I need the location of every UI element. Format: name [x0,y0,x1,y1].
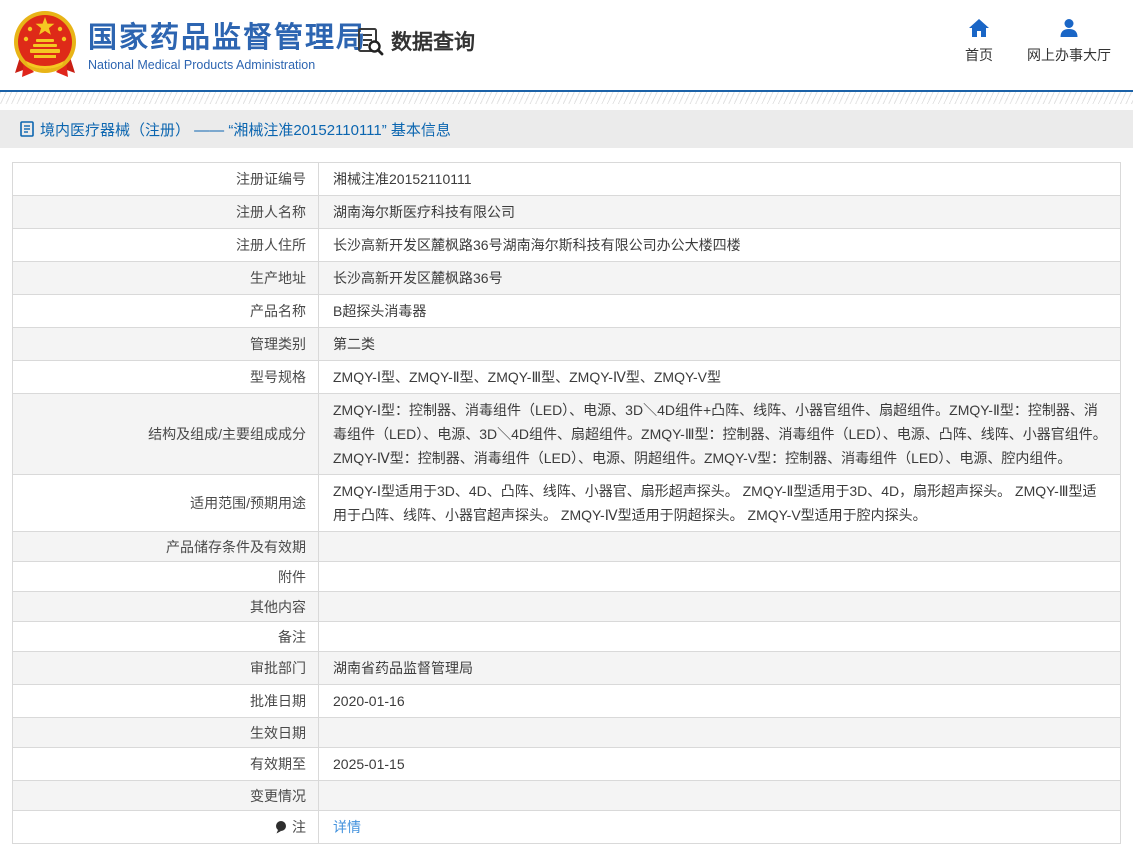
row-value [318,532,1120,561]
row-label: 型号规格 [13,361,318,393]
row-label: 审批部门 [13,652,318,684]
row-label: 其他内容 [13,592,318,621]
row-label: 产品储存条件及有效期 [13,532,318,561]
row-label: 备注 [13,622,318,651]
table-row-registrant-name: 注册人名称 湖南海尔斯医疗科技有限公司 [13,195,1120,228]
row-value: 详情 [318,811,1120,843]
row-value [318,781,1120,810]
data-query-icon [355,26,385,56]
row-value [318,592,1120,621]
row-value: 长沙高新开发区麓枫路36号湖南海尔斯科技有限公司办公大楼四楼 [318,229,1120,261]
row-value: 2020-01-16 [318,685,1120,717]
row-label: 产品名称 [13,295,318,327]
row-value: ZMQY-Ⅰ型适用于3D、4D、凸阵、线阵、小器官、扇形超声探头。 ZMQY-Ⅱ… [318,475,1120,531]
row-value [318,562,1120,591]
top-nav: 首页 网上办事大厅 [965,18,1111,65]
row-value: 长沙高新开发区麓枫路36号 [318,262,1120,294]
row-label: 生效日期 [13,718,318,747]
row-label: 管理类别 [13,328,318,360]
note-bulb-icon [275,820,287,834]
table-row-intended-use: 适用范围/预期用途 ZMQY-Ⅰ型适用于3D、4D、凸阵、线阵、小器官、扇形超声… [13,474,1120,531]
row-label: 注册人住所 [13,229,318,261]
data-query-label: 数据查询 [391,26,475,56]
org-name-cn: 国家药品监督管理局 [88,21,367,55]
row-label: 适用范围/预期用途 [13,475,318,531]
person-icon [1058,18,1080,38]
row-value: ZMQY-Ⅰ型：控制器、消毒组件（LED）、电源、3D＼4D组件+凸阵、线阵、小… [318,394,1120,474]
table-row-structure-composition: 结构及组成/主要组成成分 ZMQY-Ⅰ型：控制器、消毒组件（LED）、电源、3D… [13,393,1120,474]
row-value: 第二类 [318,328,1120,360]
table-row-other-content: 其他内容 [13,591,1120,621]
nav-home[interactable]: 首页 [965,18,993,65]
row-label: 有效期至 [13,748,318,780]
org-name-en: National Medical Products Administration [88,58,367,72]
table-row-approval-date: 批准日期 2020-01-16 [13,684,1120,717]
table-row-management-class: 管理类别 第二类 [13,327,1120,360]
national-emblem-icon [12,9,78,83]
row-value: 湖南省药品监督管理局 [318,652,1120,684]
hatch-band [0,92,1133,104]
site-logo[interactable]: 国家药品监督管理局 National Medical Products Admi… [12,9,367,83]
row-value: B超探头消毒器 [318,295,1120,327]
row-value: 2025-01-15 [318,748,1120,780]
row-label: 附件 [13,562,318,591]
breadcrumb: 境内医疗器械（注册） —— “湘械注准20152110111” 基本信息 [0,110,1133,148]
nav-home-label: 首页 [965,45,993,65]
table-row-model-spec: 型号规格 ZMQY-Ⅰ型、ZMQY-Ⅱ型、ZMQY-Ⅲ型、ZMQY-Ⅳ型、ZMQ… [13,360,1120,393]
table-row-production-address: 生产地址 长沙高新开发区麓枫路36号 [13,261,1120,294]
row-value [318,718,1120,747]
row-value: 湘械注准20152110111 [318,163,1120,195]
table-row-change-status: 变更情况 [13,780,1120,810]
data-query-title: 数据查询 [355,26,475,56]
nav-hall-label: 网上办事大厅 [1027,45,1111,65]
table-row-effective-date: 生效日期 [13,717,1120,747]
row-label: 注册人名称 [13,196,318,228]
table-row-registrant-address: 注册人住所 长沙高新开发区麓枫路36号湖南海尔斯科技有限公司办公大楼四楼 [13,228,1120,261]
registration-info-table: 注册证编号 湘械注准20152110111 注册人名称 湖南海尔斯医疗科技有限公… [12,162,1121,844]
table-row-approval-department: 审批部门 湖南省药品监督管理局 [13,651,1120,684]
row-label: 生产地址 [13,262,318,294]
document-icon [20,121,34,137]
row-value: ZMQY-Ⅰ型、ZMQY-Ⅱ型、ZMQY-Ⅲ型、ZMQY-Ⅳ型、ZMQY-V型 [318,361,1120,393]
note-label: 注 [292,817,306,837]
breadcrumb-text: 境内医疗器械（注册） —— “湘械注准20152110111” 基本信息 [40,119,451,140]
table-row-storage-validity: 产品储存条件及有效期 [13,531,1120,561]
row-value [318,622,1120,651]
table-row-product-name: 产品名称 B超探头消毒器 [13,294,1120,327]
table-row-note: 注 详情 [13,810,1120,843]
detail-link[interactable]: 详情 [333,815,361,839]
nav-online-hall[interactable]: 网上办事大厅 [1027,18,1111,65]
row-label: 结构及组成/主要组成成分 [13,394,318,474]
row-label: 注册证编号 [13,163,318,195]
row-label: 注 [13,811,318,843]
row-label: 变更情况 [13,781,318,810]
row-value: 湖南海尔斯医疗科技有限公司 [318,196,1120,228]
page-header: 国家药品监督管理局 National Medical Products Admi… [0,0,1133,90]
home-icon [968,18,990,38]
row-label: 批准日期 [13,685,318,717]
table-row-expiry-date: 有效期至 2025-01-15 [13,747,1120,780]
table-row-remarks: 备注 [13,621,1120,651]
table-row-attachment: 附件 [13,561,1120,591]
table-row-cert-number: 注册证编号 湘械注准20152110111 [13,163,1120,195]
